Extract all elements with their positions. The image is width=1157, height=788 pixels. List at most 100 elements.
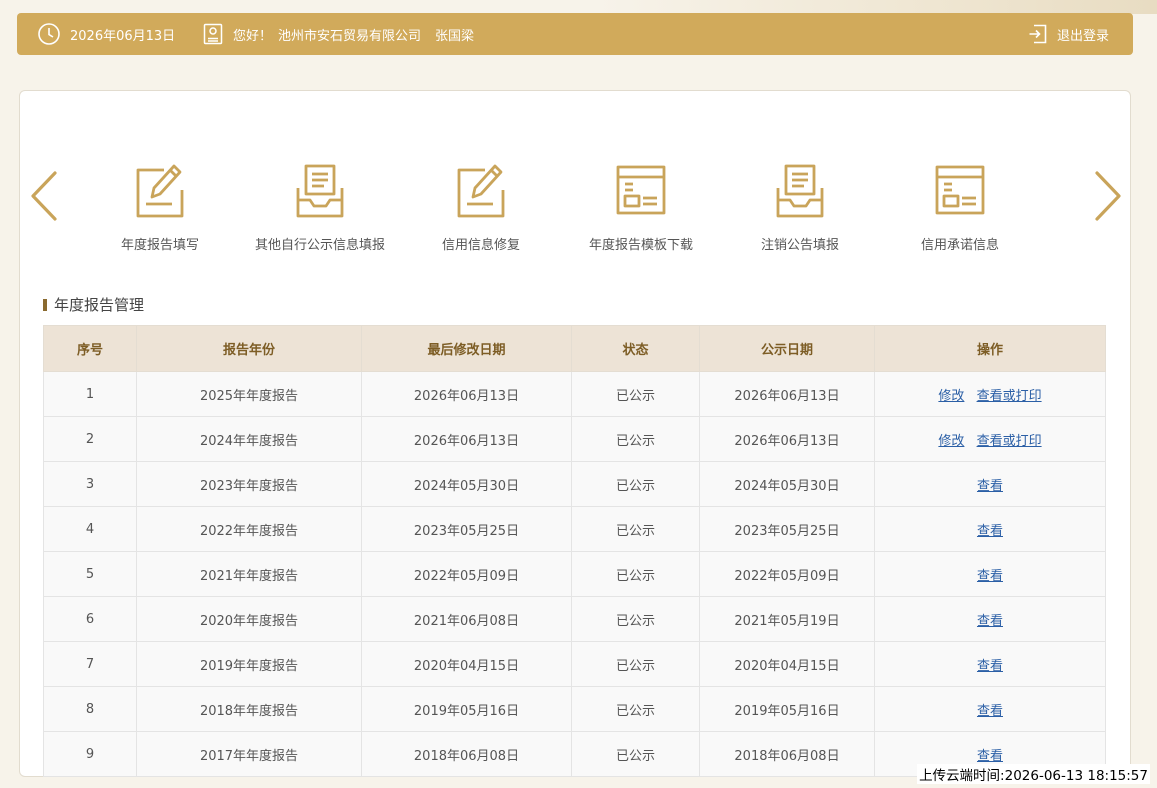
quick-link-label: 年度报告填写 <box>120 238 199 253</box>
column-header-published: 公示日期 <box>699 325 875 372</box>
inbox-icon <box>294 162 346 218</box>
cell-published: 2023年05月25日 <box>699 506 875 552</box>
current-date: 2026年06月13日 <box>37 13 175 55</box>
table-row: 5 2021年年度报告 2022年05月09日 已公示 2022年05月09日 … <box>43 551 1106 597</box>
view-link[interactable]: 查看 <box>977 704 1003 719</box>
view-link[interactable]: 查看 <box>977 614 1003 629</box>
cell-published: 2020年04月15日 <box>699 641 875 687</box>
quick-link-label: 信用承诺信息 <box>920 238 999 253</box>
cell-no: 3 <box>43 461 137 507</box>
cell-actions: 修改 查看或打印 <box>874 371 1106 417</box>
quick-link-cancellation-notice[interactable]: 注销公告填报 <box>720 162 880 253</box>
upload-timestamp: 上传云端时间:2026-06-13 18:15:57 <box>917 764 1150 784</box>
quick-link-label: 注销公告填报 <box>760 238 839 253</box>
cell-no: 7 <box>43 641 137 687</box>
quick-link-annual-report-fill[interactable]: 年度报告填写 <box>80 162 240 253</box>
cell-year: 2021年年度报告 <box>136 551 362 597</box>
cell-year: 2019年年度报告 <box>136 641 362 687</box>
section-title-text: 年度报告管理 <box>54 296 145 314</box>
cell-no: 5 <box>43 551 137 597</box>
logout-button[interactable]: 退出登录 <box>1028 13 1109 55</box>
annual-report-table: 序号 报告年份 最后修改日期 状态 公示日期 操作 1 2025年年度报告 20… <box>43 325 1106 777</box>
greeting-text: 您好！ <box>233 28 273 44</box>
cell-published: 2019年05月16日 <box>699 686 875 732</box>
cell-actions: 查看 <box>874 461 1106 507</box>
cell-status: 已公示 <box>571 596 700 642</box>
cell-modified: 2024年05月30日 <box>361 461 572 507</box>
cell-modified: 2026年06月13日 <box>361 416 572 462</box>
cell-no: 1 <box>43 371 137 417</box>
cell-status: 已公示 <box>571 686 700 732</box>
cell-modified: 2020年04月15日 <box>361 641 572 687</box>
section-title: 年度报告管理 <box>43 294 144 315</box>
cell-year: 2022年年度报告 <box>136 506 362 552</box>
column-header-year: 报告年份 <box>136 325 362 372</box>
table-row: 2 2024年年度报告 2026年06月13日 已公示 2026年06月13日 … <box>43 416 1106 462</box>
cell-actions: 查看 <box>874 506 1106 552</box>
cell-actions: 查看 <box>874 596 1106 642</box>
cell-year: 2025年年度报告 <box>136 371 362 417</box>
cell-actions: 修改 查看或打印 <box>874 416 1106 462</box>
user-name: 张国梁 <box>435 28 475 44</box>
date-text: 2026年06月13日 <box>70 28 176 44</box>
cell-published: 2018年06月08日 <box>699 731 875 777</box>
cell-status: 已公示 <box>571 731 700 777</box>
view-link[interactable]: 查看 <box>977 749 1003 764</box>
view-link[interactable]: 查看 <box>977 479 1003 494</box>
cell-year: 2020年年度报告 <box>136 596 362 642</box>
cell-published: 2026年06月13日 <box>699 371 875 417</box>
edit-icon <box>455 162 507 218</box>
cell-actions: 查看 <box>874 551 1106 597</box>
table-row: 8 2018年年度报告 2019年05月16日 已公示 2019年05月16日 … <box>43 686 1106 732</box>
view-link[interactable]: 查看 <box>977 659 1003 674</box>
view-print-link[interactable]: 查看或打印 <box>977 434 1042 449</box>
cell-modified: 2019年05月16日 <box>361 686 572 732</box>
column-header-modified: 最后修改日期 <box>361 325 572 372</box>
logout-icon <box>1028 24 1057 44</box>
carousel-next-button[interactable] <box>1090 170 1124 222</box>
clock-icon <box>37 22 70 46</box>
carousel-prev-button[interactable] <box>28 170 62 222</box>
cell-year: 2024年年度报告 <box>136 416 362 462</box>
table-row: 7 2019年年度报告 2020年04月15日 已公示 2020年04月15日 … <box>43 641 1106 687</box>
user-greeting: 您好！ 池州市安石贸易有限公司 张国梁 <box>203 13 474 55</box>
template-icon <box>615 162 667 218</box>
cell-modified: 2021年06月08日 <box>361 596 572 642</box>
cell-no: 4 <box>43 506 137 552</box>
view-link[interactable]: 查看 <box>977 569 1003 584</box>
cell-status: 已公示 <box>571 461 700 507</box>
table-row: 3 2023年年度报告 2024年05月30日 已公示 2024年05月30日 … <box>43 461 1106 507</box>
chevron-right-icon <box>1095 171 1121 221</box>
table-row: 6 2020年年度报告 2021年06月08日 已公示 2021年05月19日 … <box>43 596 1106 642</box>
background-decoration <box>597 0 1157 14</box>
cell-status: 已公示 <box>571 551 700 597</box>
cell-modified: 2023年05月25日 <box>361 506 572 552</box>
quick-link-other-disclosure[interactable]: 其他自行公示信息填报 <box>240 162 400 253</box>
quick-link-credit-commitment[interactable]: 信用承诺信息 <box>880 162 1040 253</box>
cell-status: 已公示 <box>571 641 700 687</box>
cell-modified: 2026年06月13日 <box>361 371 572 417</box>
cell-no: 6 <box>43 596 137 642</box>
quick-link-label: 信用信息修复 <box>441 238 520 253</box>
section-marker <box>43 298 47 311</box>
view-link[interactable]: 查看 <box>977 524 1003 539</box>
quick-link-template-download[interactable]: 年度报告模板下载 <box>561 162 721 253</box>
quick-link-credit-repair[interactable]: 信用信息修复 <box>401 162 561 253</box>
inbox-icon <box>774 162 826 218</box>
company-name: 池州市安石贸易有限公司 <box>278 28 422 44</box>
view-print-link[interactable]: 查看或打印 <box>977 389 1042 404</box>
table-row: 4 2022年年度报告 2023年05月25日 已公示 2023年05月25日 … <box>43 506 1106 552</box>
column-header-actions: 操作 <box>874 325 1106 372</box>
edit-link[interactable]: 修改 <box>938 389 964 404</box>
cell-published: 2022年05月09日 <box>699 551 875 597</box>
edit-link[interactable]: 修改 <box>938 434 964 449</box>
cell-modified: 2018年06月08日 <box>361 731 572 777</box>
logout-label: 退出登录 <box>1056 28 1109 44</box>
cell-year: 2018年年度报告 <box>136 686 362 732</box>
column-header-status: 状态 <box>571 325 700 372</box>
user-badge-icon <box>203 23 233 45</box>
cell-year: 2023年年度报告 <box>136 461 362 507</box>
edit-icon <box>134 162 186 218</box>
cell-no: 2 <box>43 416 137 462</box>
cell-no: 8 <box>43 686 137 732</box>
